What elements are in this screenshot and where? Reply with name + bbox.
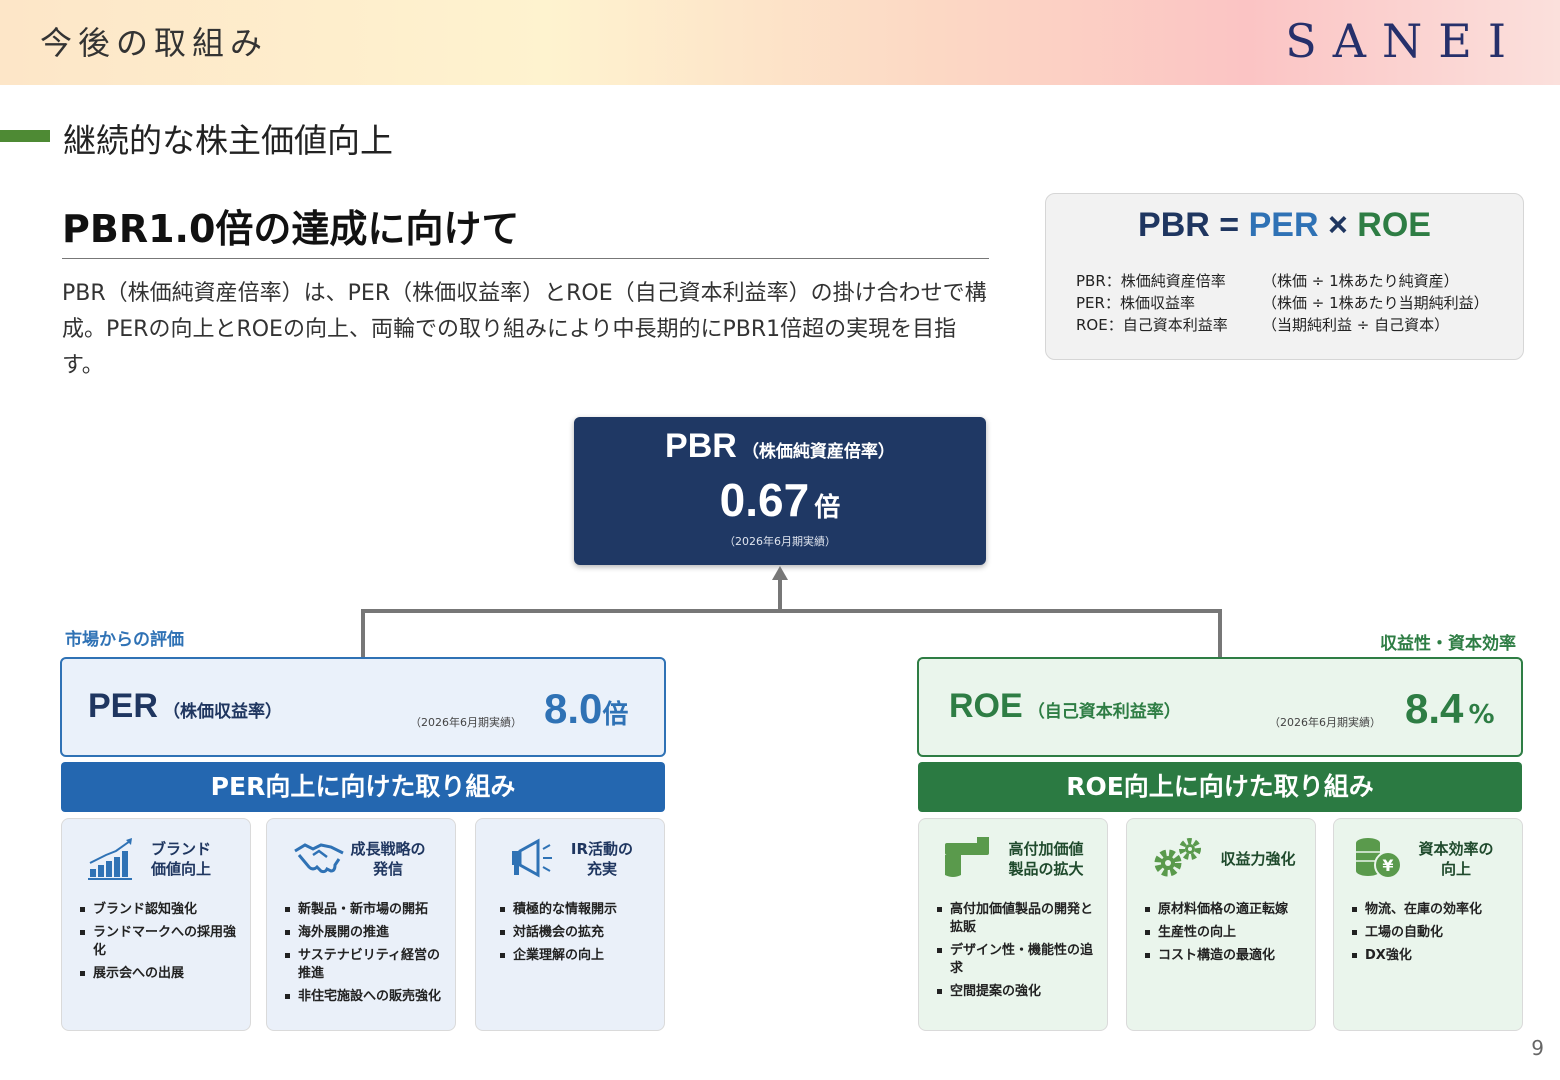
card-title: 収益力強化 bbox=[1211, 849, 1305, 869]
roe-initiatives-banner: ROE向上に向けた取り組み bbox=[918, 762, 1522, 812]
card-growth-strategy: 成長戦略の 発信 新製品・新市場の開拓 海外展開の推進 サステナビリティ経営の推… bbox=[266, 818, 456, 1031]
megaphone-icon bbox=[512, 838, 552, 878]
page-number: 9 bbox=[1531, 1036, 1544, 1060]
list-item: 生産性の向上 bbox=[1145, 924, 1305, 942]
card-title-line: 収益力強化 bbox=[1220, 850, 1296, 868]
arrow-up-icon bbox=[772, 566, 788, 580]
card-profitability: 収益力強化 原材料価格の適正転嫁 生産性の向上 コスト構造の最適化 bbox=[1126, 818, 1316, 1031]
per-box: PER （株価収益率） （2026年6月期実績） 8.0倍 bbox=[60, 657, 666, 757]
card-list: 高付加価値製品の開発と拡販 デザイン性・機能性の追求 空間提案の強化 bbox=[937, 901, 1097, 1006]
label-market-evaluation: 市場からの評価 bbox=[65, 630, 184, 650]
card-title-line: 資本効率の bbox=[1418, 840, 1494, 858]
per-title: PER （株価収益率） bbox=[88, 687, 282, 726]
list-item: デザイン性・機能性の追求 bbox=[937, 942, 1097, 978]
gears-icon bbox=[1154, 838, 1201, 877]
label-profitability: 収益性・資本効率 bbox=[1380, 634, 1516, 654]
list-item: 企業理解の向上 bbox=[500, 947, 654, 965]
per-initiatives-banner: PER向上に向けた取り組み bbox=[61, 762, 665, 812]
card-title-line: 製品の拡大 bbox=[1008, 860, 1084, 878]
faucet-icon bbox=[945, 837, 989, 877]
card-high-value-products: 高付加価値 製品の拡大 高付加価値製品の開発と拡販 デザイン性・機能性の追求 空… bbox=[918, 818, 1108, 1031]
list-item: 非住宅施設への販売強化 bbox=[285, 988, 445, 1006]
roe-title: ROE （自己資本利益率） bbox=[949, 687, 1181, 726]
card-title: 高付加価値 製品の拡大 bbox=[999, 839, 1093, 879]
connector-branch bbox=[361, 609, 1222, 657]
list-item: ランドマークへの採用強化 bbox=[80, 924, 240, 960]
roe-value: 8.4 % bbox=[1405, 685, 1495, 733]
card-title-line: 充実 bbox=[586, 860, 617, 878]
card-list: 物流、在庫の効率化 工場の自動化 DX強化 bbox=[1352, 901, 1512, 970]
card-title: 資本効率の 向上 bbox=[1414, 839, 1498, 879]
card-title-line: 向上 bbox=[1440, 860, 1471, 878]
roe-note: （2026年6月期実績） bbox=[1269, 716, 1381, 729]
list-item: サステナビリティ経営の推進 bbox=[285, 947, 445, 983]
roe-box: ROE （自己資本利益率） （2026年6月期実績） 8.4 % bbox=[917, 657, 1523, 757]
per-name-sub: （株価収益率） bbox=[163, 702, 283, 722]
list-item: DX強化 bbox=[1352, 947, 1512, 965]
list-item: ブランド認知強化 bbox=[80, 901, 240, 919]
list-item: 高付加価値製品の開発と拡販 bbox=[937, 901, 1097, 937]
card-list: 積極的な情報開示 対話機会の拡充 企業理解の向上 bbox=[500, 901, 654, 970]
card-title: 成長戦略の 発信 bbox=[343, 839, 433, 879]
roe-name: ROE bbox=[949, 687, 1023, 725]
card-capital-efficiency: ¥ 資本効率の 向上 物流、在庫の効率化 工場の自動化 DX強化 bbox=[1333, 818, 1523, 1031]
card-title-line: ブランド bbox=[150, 840, 211, 858]
card-title-line: IR活動の bbox=[570, 840, 634, 858]
card-title: IR活動の 充実 bbox=[564, 839, 640, 879]
bar-chart-icon bbox=[88, 838, 132, 880]
card-list: 原材料価格の適正転嫁 生産性の向上 コスト構造の最適化 bbox=[1145, 901, 1305, 970]
per-value-unit: 倍 bbox=[602, 700, 629, 730]
roe-value-number: 8.4 bbox=[1405, 685, 1464, 732]
card-list: ブランド認知強化 ランドマークへの採用強化 展示会への出展 bbox=[80, 901, 240, 988]
card-brand-value: ブランド 価値向上 ブランド認知強化 ランドマークへの採用強化 展示会への出展 bbox=[61, 818, 251, 1031]
card-list: 新製品・新市場の開拓 海外展開の推進 サステナビリティ経営の推進 非住宅施設への… bbox=[285, 901, 445, 1011]
roe-name-sub: （自己資本利益率） bbox=[1027, 702, 1181, 722]
list-item: 展示会への出展 bbox=[80, 965, 240, 983]
list-item: 積極的な情報開示 bbox=[500, 901, 654, 919]
card-title-line: 成長戦略の bbox=[350, 840, 426, 858]
coins-yen-icon: ¥ bbox=[1356, 838, 1402, 879]
list-item: 工場の自動化 bbox=[1352, 924, 1512, 942]
per-value-number: 8.0 bbox=[544, 685, 603, 732]
list-item: コスト構造の最適化 bbox=[1145, 947, 1305, 965]
list-item: 新製品・新市場の開拓 bbox=[285, 901, 445, 919]
list-item: 空間提案の強化 bbox=[937, 983, 1097, 1001]
per-note: （2026年6月期実績） bbox=[410, 716, 522, 729]
card-title-line: 発信 bbox=[372, 860, 403, 878]
per-name: PER bbox=[88, 687, 158, 725]
roe-value-unit: % bbox=[1468, 700, 1495, 730]
card-title: ブランド 価値向上 bbox=[142, 839, 220, 879]
svg-text:¥: ¥ bbox=[1382, 856, 1393, 875]
list-item: 原材料価格の適正転嫁 bbox=[1145, 901, 1305, 919]
list-item: 海外展開の推進 bbox=[285, 924, 445, 942]
card-title-line: 高付加価値 bbox=[1008, 840, 1084, 858]
list-item: 物流、在庫の効率化 bbox=[1352, 901, 1512, 919]
list-item: 対話機会の拡充 bbox=[500, 924, 654, 942]
card-ir-activities: IR活動の 充実 積極的な情報開示 対話機会の拡充 企業理解の向上 bbox=[475, 818, 665, 1031]
handshake-icon bbox=[294, 843, 344, 874]
per-value: 8.0倍 bbox=[544, 685, 628, 733]
card-title-line: 価値向上 bbox=[150, 860, 211, 878]
